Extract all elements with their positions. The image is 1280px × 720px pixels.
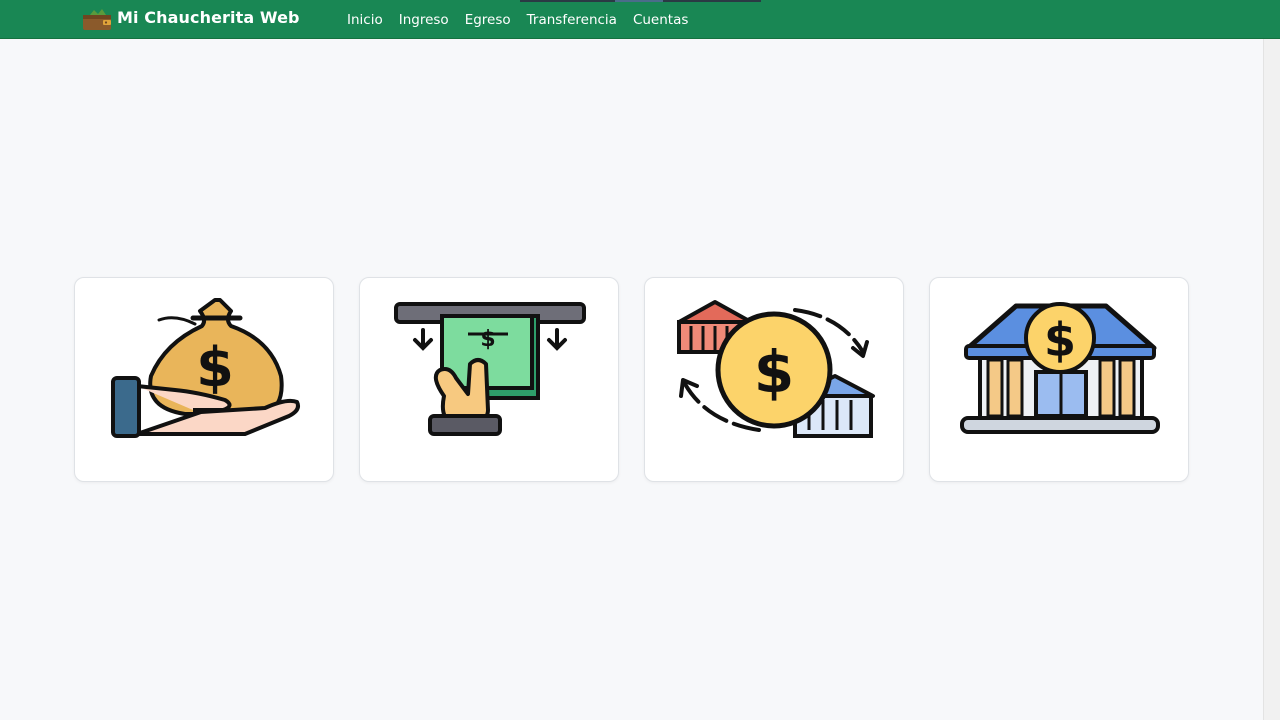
svg-text:$: $ [480,327,495,352]
svg-text:$: $ [196,336,234,399]
nav-links: Inicio Ingreso Egreso Transferencia Cuen… [339,0,696,39]
bank-building-icon: $ [960,302,1160,434]
top-navbar: Mi Chaucherita Web Inicio Ingreso Egreso… [0,0,1280,39]
brand-name: Mi Chaucherita Web [117,7,300,27]
nav-link-ingreso[interactable]: Ingreso [391,12,457,28]
nav-link-transferencia[interactable]: Transferencia [519,12,625,28]
svg-text:$: $ [754,338,794,406]
bank-transfer-icon: $ [677,300,875,438]
nav-link-inicio[interactable]: Inicio [339,12,391,28]
card-ingreso[interactable]: $ [74,277,334,482]
atm-cash-withdrawal-icon: $ [394,302,586,436]
nav-link-cuentas[interactable]: Cuentas [625,12,696,28]
brand-link[interactable]: Mi Chaucherita Web [81,6,300,32]
card-egreso[interactable]: $ [359,277,619,482]
nav-link-egreso[interactable]: Egreso [457,12,519,28]
card-transferencia[interactable]: $ [644,277,904,482]
svg-text:$: $ [1044,313,1076,367]
page-scrollbar[interactable] [1263,39,1280,720]
money-bag-in-hand-icon: $ [111,298,300,438]
wallet-icon [83,9,111,30]
card-cuentas[interactable]: $ [929,277,1189,482]
